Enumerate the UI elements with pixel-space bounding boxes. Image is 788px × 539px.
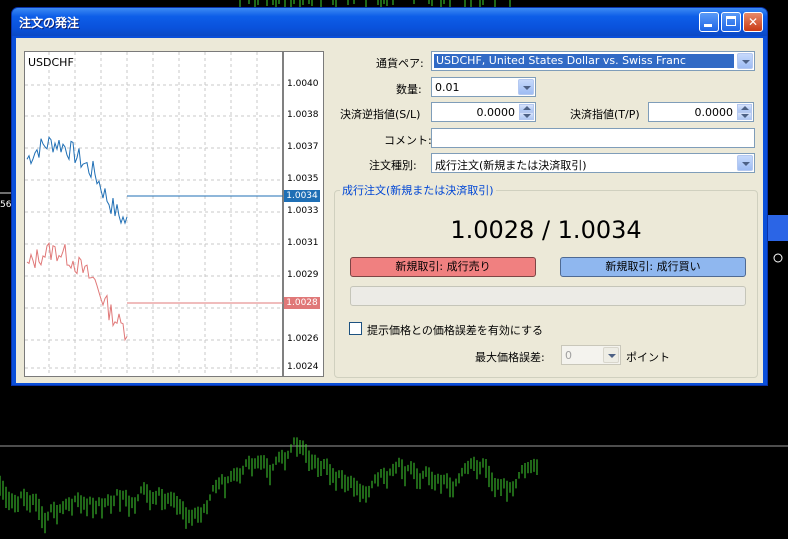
minimize-icon bbox=[704, 24, 712, 27]
symbol-value: USDCHF, United States Dollar vs. Swiss F… bbox=[434, 54, 734, 68]
order-type-label: 注文種別: bbox=[369, 159, 417, 172]
tick-chart: USDCHF 1.0040 1.0038 1.0037 1.0035 1.0033 1.0… bbox=[24, 51, 324, 377]
bid-tick-line bbox=[26, 242, 128, 342]
chevron-down-icon[interactable] bbox=[737, 53, 753, 69]
chevron-down-icon[interactable] bbox=[603, 347, 619, 363]
stop-loss-value: 0.0000 bbox=[476, 106, 516, 119]
close-icon: ✕ bbox=[747, 15, 759, 29]
take-profit-input[interactable]: 0.0000 bbox=[648, 102, 754, 122]
minimize-button[interactable] bbox=[699, 12, 719, 32]
stop-loss-label: 決済逆指値(S/L) bbox=[340, 108, 421, 121]
sell-by-market-button[interactable]: 新規取引: 成行売り bbox=[350, 257, 536, 277]
y-tick-label: 1.0040 bbox=[287, 79, 319, 89]
take-profit-label: 決済指値(T/P) bbox=[570, 108, 640, 121]
maximize-button[interactable] bbox=[721, 12, 741, 32]
take-profit-spinner[interactable] bbox=[737, 104, 752, 120]
points-label: ポイント bbox=[626, 351, 670, 364]
bg-edge-label: 56 bbox=[0, 200, 12, 210]
order-type-select[interactable]: 成行注文(新規または決済取引) bbox=[431, 153, 755, 173]
order-dialog: 注文の発注 ✕ USDCHF 1.0040 1.0038 1.0037 1.0035 1… bbox=[11, 7, 768, 386]
volume-label: 数量: bbox=[396, 83, 422, 96]
y-tick-label: 1.0038 bbox=[287, 110, 319, 120]
y-tick-label: 1.0031 bbox=[287, 238, 319, 248]
dialog-titlebar[interactable]: 注文の発注 ✕ bbox=[12, 8, 767, 36]
y-tick-label: 1.0037 bbox=[287, 142, 319, 152]
buy-by-market-button[interactable]: 新規取引: 成行買い bbox=[560, 257, 746, 277]
symbol-label: 通貨ペア: bbox=[376, 57, 424, 70]
comment-input[interactable] bbox=[431, 128, 755, 148]
tick-chart-canvas bbox=[25, 52, 284, 376]
take-profit-value: 0.0000 bbox=[694, 106, 734, 119]
max-deviation-select[interactable]: 0 bbox=[561, 345, 621, 365]
bid-price-tag: 1.0028 bbox=[284, 297, 320, 309]
max-deviation-label: 最大価格誤差: bbox=[475, 351, 545, 364]
dialog-title: 注文の発注 bbox=[19, 16, 80, 30]
deviation-checkbox-label[interactable]: 提示価格との価格誤差を有効にする bbox=[367, 322, 543, 338]
volume-select[interactable]: 0.01 bbox=[431, 77, 536, 97]
close-button[interactable]: ✕ bbox=[743, 12, 763, 32]
dialog-client: USDCHF 1.0040 1.0038 1.0037 1.0035 1.0033 1.0… bbox=[16, 38, 763, 383]
y-tick-label: 1.0024 bbox=[287, 362, 319, 372]
execution-progress-bar bbox=[350, 286, 746, 306]
symbol-select[interactable]: USDCHF, United States Dollar vs. Swiss F… bbox=[431, 51, 755, 71]
max-deviation-value: 0 bbox=[565, 349, 572, 362]
bid-ask-display: 1.0028 / 1.0034 bbox=[450, 216, 642, 244]
y-tick-label: 1.0035 bbox=[287, 174, 319, 184]
ask-price-tag: 1.0034 bbox=[284, 190, 320, 202]
chart-symbol: USDCHF bbox=[28, 56, 74, 69]
y-tick-label: 1.0029 bbox=[287, 270, 319, 280]
y-tick-label: 1.0033 bbox=[287, 206, 319, 216]
stop-loss-input[interactable]: 0.0000 bbox=[431, 102, 536, 122]
chevron-down-icon[interactable] bbox=[518, 79, 534, 95]
volume-value: 0.01 bbox=[435, 81, 460, 94]
comment-label: コメント: bbox=[384, 134, 432, 147]
stop-loss-spinner[interactable] bbox=[519, 104, 534, 120]
y-tick-label: 1.0026 bbox=[287, 334, 319, 344]
maximize-icon bbox=[726, 16, 736, 26]
market-order-group-label: 成行注文(新規または決済取引) bbox=[340, 182, 496, 198]
chevron-down-icon[interactable] bbox=[737, 155, 753, 171]
order-type-value: 成行注文(新規または決済取引) bbox=[435, 159, 587, 172]
deviation-checkbox[interactable] bbox=[349, 322, 362, 335]
